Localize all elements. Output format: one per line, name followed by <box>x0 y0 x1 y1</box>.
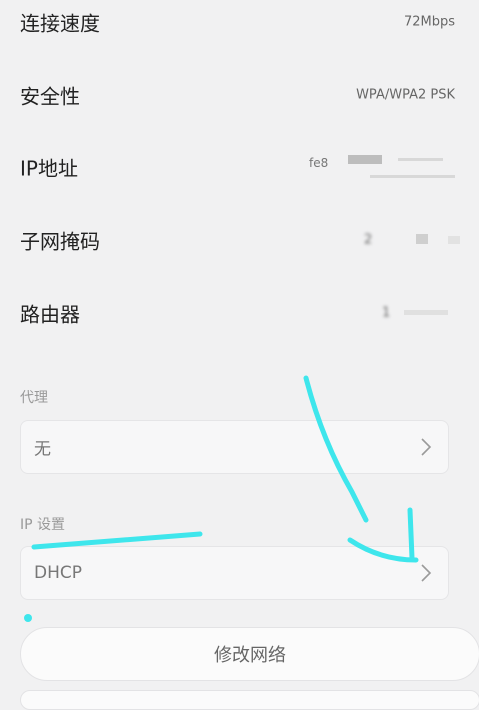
annotation-dot <box>24 614 32 622</box>
ip-address-row: IP地址 fe8 <box>0 147 479 187</box>
router-label: 路由器 <box>20 302 80 327</box>
redaction-block <box>398 158 443 161</box>
chevron-right-icon <box>421 564 432 582</box>
security-row: 安全性 WPA/WPA2 PSK <box>0 75 479 115</box>
ip-settings-section-title: IP 设置 <box>20 517 66 533</box>
security-value: WPA/WPA2 PSK <box>356 87 455 103</box>
proxy-select[interactable]: 无 <box>20 420 449 474</box>
secondary-button[interactable] <box>20 690 479 710</box>
ip-address-label: IP地址 <box>20 156 78 181</box>
redaction-block <box>448 236 460 244</box>
connection-speed-value: 72Mbps <box>403 14 455 30</box>
subnet-mask-row: 子网掩码 2 <box>0 220 479 260</box>
subnet-mask-value: 2 <box>364 232 373 248</box>
security-label: 安全性 <box>20 84 80 109</box>
proxy-section-title: 代理 <box>20 390 48 406</box>
redaction-block <box>348 155 382 164</box>
connection-speed-row: 连接速度 72Mbps <box>0 2 479 42</box>
redaction-block <box>370 175 455 178</box>
chevron-right-icon <box>421 438 432 456</box>
ip-settings-select[interactable]: DHCP <box>20 546 449 600</box>
ip-address-value: fe8 <box>309 156 329 170</box>
ip-settings-value: DHCP <box>34 563 82 583</box>
proxy-value: 无 <box>34 439 51 460</box>
router-value: 1 <box>382 305 391 321</box>
modify-network-button[interactable]: 修改网络 <box>20 627 479 681</box>
connection-speed-label: 连接速度 <box>20 11 100 36</box>
router-row: 路由器 1 <box>0 293 479 333</box>
redaction-block <box>404 310 448 315</box>
subnet-mask-label: 子网掩码 <box>20 229 100 254</box>
redaction-block <box>416 234 428 244</box>
